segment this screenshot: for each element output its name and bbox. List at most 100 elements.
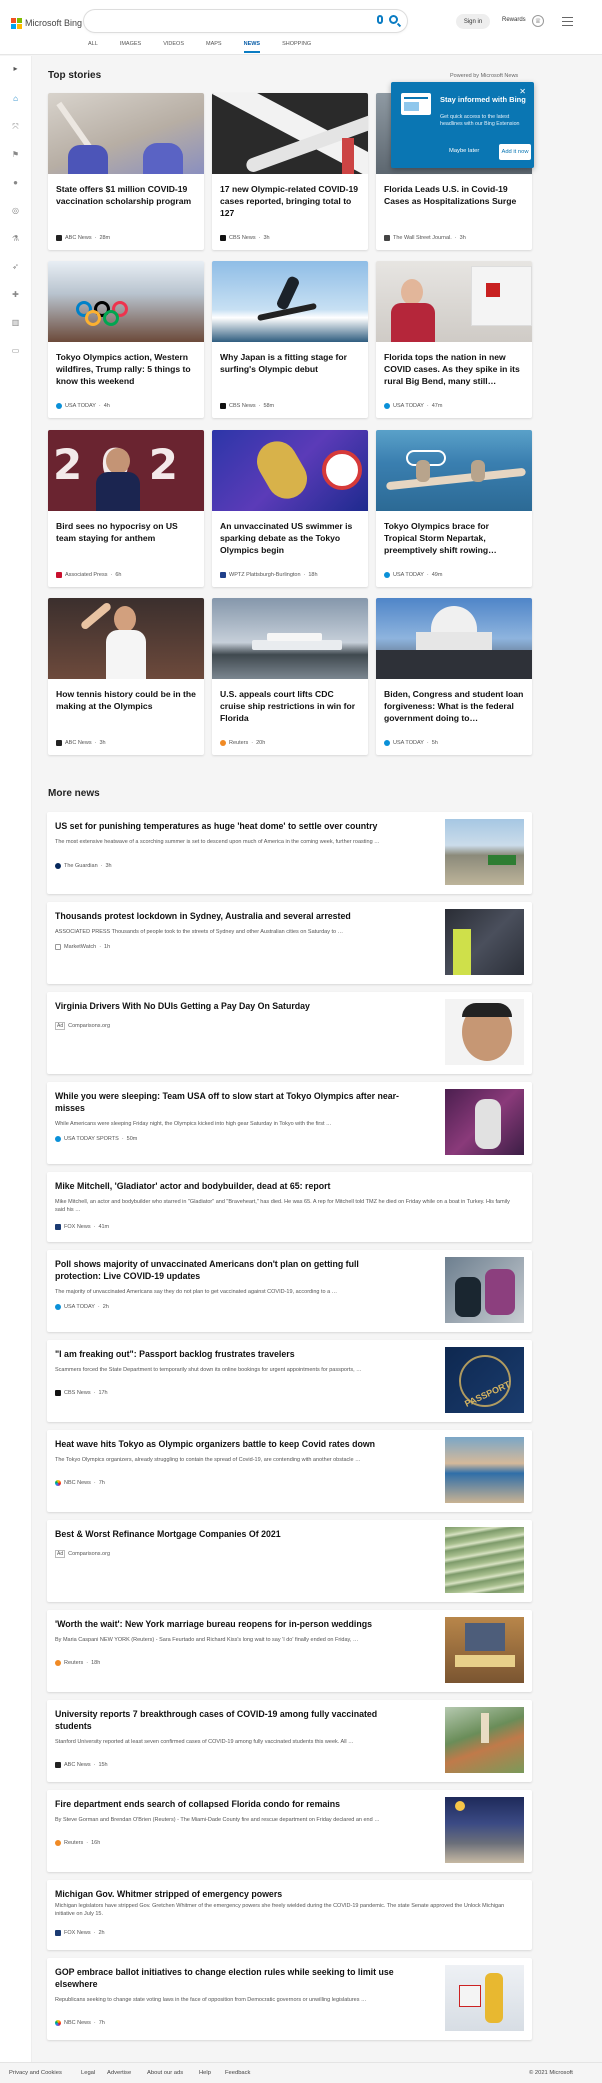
rewards-link[interactable]: Rewards: [502, 17, 526, 23]
add-it-now-button[interactable]: Add it now: [499, 144, 531, 160]
story-card[interactable]: State offers $1 million COVID-19 vaccina…: [48, 93, 204, 250]
story-image: [212, 430, 368, 511]
footer-link-feedback[interactable]: Feedback: [225, 2070, 250, 2076]
story-card[interactable]: How tennis history could be in the makin…: [48, 598, 204, 755]
ad-label: Ad: [55, 1022, 66, 1030]
story-title[interactable]: Tokyo Olympics action, Western wildfires…: [56, 351, 196, 387]
story-title[interactable]: Tokyo Olympics brace for Tropical Storm …: [384, 520, 524, 556]
tab-all[interactable]: ALL: [88, 41, 98, 53]
ad-label: Ad: [55, 1550, 66, 1558]
bing-logo[interactable]: Microsoft Bing: [11, 16, 82, 30]
news-item[interactable]: GOP embrace ballot initiatives to change…: [47, 1958, 532, 2040]
story-title[interactable]: Why Japan is a fitting stage for surfing…: [220, 351, 360, 375]
news-item[interactable]: Thousands protest lockdown in Sydney, Au…: [47, 902, 532, 984]
news-item[interactable]: Heat wave hits Tokyo as Olympic organize…: [47, 1430, 532, 1512]
science-icon[interactable]: ⚗: [11, 234, 20, 243]
more-news-heading: More news: [48, 788, 100, 799]
globe-icon[interactable]: ◎: [11, 206, 20, 215]
news-title[interactable]: GOP embrace ballot initiatives to change…: [55, 1966, 400, 1990]
search-icon[interactable]: [389, 15, 398, 24]
sign-in-button[interactable]: Sign in: [456, 14, 490, 29]
news-title[interactable]: Poll shows majority of unvaccinated Amer…: [55, 1258, 400, 1282]
money-icon[interactable]: ▭: [11, 346, 20, 355]
copyright: © 2021 Microsoft: [529, 2070, 573, 2076]
story-card[interactable]: U.S. appeals court lifts CDC cruise ship…: [212, 598, 368, 755]
story-title[interactable]: How tennis history could be in the makin…: [56, 688, 196, 712]
story-image: [376, 598, 532, 679]
rewards-trophy-icon[interactable]: ♕: [532, 15, 544, 27]
tab-videos[interactable]: VIDEOS: [163, 41, 184, 53]
rocket-icon[interactable]: ➶: [11, 262, 20, 271]
microphone-icon[interactable]: [377, 15, 383, 24]
home-icon[interactable]: ⌂: [11, 94, 20, 103]
story-title[interactable]: Florida Leads U.S. in Covid-19 Cases as …: [384, 183, 524, 207]
expand-icon[interactable]: ▸: [11, 64, 20, 73]
news-title[interactable]: 'Worth the wait': New York marriage bure…: [55, 1618, 400, 1630]
news-snippet: The Tokyo Olympics organizers, already s…: [55, 1457, 361, 1463]
story-card[interactable]: 2 0 2 Bird sees no hypocrisy on US team …: [48, 430, 204, 587]
news-item[interactable]: Mike Mitchell, 'Gladiator' actor and bod…: [47, 1172, 532, 1242]
footer-link-legal[interactable]: Legal: [81, 2070, 95, 2076]
location-icon[interactable]: ●: [11, 178, 20, 187]
news-snippet: Michigan legislators have stripped Gov. …: [55, 1903, 505, 1917]
story-title[interactable]: Bird sees no hypocrisy on US team stayin…: [56, 520, 196, 544]
story-card[interactable]: Tokyo Olympics brace for Tropical Storm …: [376, 430, 532, 587]
story-image: [212, 93, 368, 174]
news-item[interactable]: While you were sleeping: Team USA off to…: [47, 1082, 532, 1164]
story-title[interactable]: Florida tops the nation in new COVID cas…: [384, 351, 524, 387]
news-title[interactable]: University reports 7 breakthrough cases …: [55, 1708, 400, 1732]
tab-news[interactable]: NEWS: [243, 41, 260, 53]
news-title[interactable]: While you were sleeping: Team USA off to…: [55, 1090, 400, 1114]
story-image: [48, 261, 204, 342]
story-card[interactable]: 17 new Olympic-related COVID-19 cases re…: [212, 93, 368, 250]
news-title[interactable]: Heat wave hits Tokyo as Olympic organize…: [55, 1438, 400, 1450]
story-card[interactable]: An unvaccinated US swimmer is sparking d…: [212, 430, 368, 587]
story-card[interactable]: Tokyo Olympics action, Western wildfires…: [48, 261, 204, 418]
news-item[interactable]: University reports 7 breakthrough cases …: [47, 1700, 532, 1782]
news-source: Reuters · 18h: [55, 1660, 100, 1666]
search-box[interactable]: [84, 10, 407, 32]
news-title[interactable]: Mike Mitchell, 'Gladiator' actor and bod…: [55, 1180, 520, 1192]
flag-icon[interactable]: ⚑: [11, 150, 20, 159]
building-icon[interactable]: ▥: [11, 318, 20, 327]
story-title[interactable]: Biden, Congress and student loan forgive…: [384, 688, 524, 724]
menu-icon[interactable]: [562, 17, 573, 29]
health-icon[interactable]: ✚: [11, 290, 20, 299]
shuffle-icon[interactable]: ⤧: [11, 122, 20, 131]
news-title[interactable]: Michigan Gov. Whitmer stripped of emerge…: [55, 1888, 520, 1900]
news-item[interactable]: Fire department ends search of collapsed…: [47, 1790, 532, 1872]
footer-link-privacy[interactable]: Privacy and Cookies: [9, 2070, 62, 2076]
tab-shopping[interactable]: SHOPPING: [282, 41, 311, 53]
news-item[interactable]: Poll shows majority of unvaccinated Amer…: [47, 1250, 532, 1332]
extension-illustration-icon: [401, 93, 431, 115]
news-title[interactable]: "I am freaking out": Passport backlog fr…: [55, 1348, 400, 1360]
story-title[interactable]: An unvaccinated US swimmer is sparking d…: [220, 520, 360, 556]
maybe-later-button[interactable]: Maybe later: [449, 148, 479, 154]
news-title[interactable]: Best & Worst Refinance Mortgage Companie…: [55, 1528, 400, 1540]
footer-link-advertise[interactable]: Advertise: [107, 2070, 131, 2076]
news-title[interactable]: US set for punishing temperatures as hug…: [55, 820, 400, 832]
news-item[interactable]: 'Worth the wait': New York marriage bure…: [47, 1610, 532, 1692]
news-item[interactable]: US set for punishing temperatures as hug…: [47, 812, 532, 894]
news-snippet: ASSOCIATED PRESS Thousands of people too…: [55, 929, 344, 935]
story-title[interactable]: U.S. appeals court lifts CDC cruise ship…: [220, 688, 360, 724]
footer-link-help[interactable]: Help: [199, 2070, 211, 2076]
news-item[interactable]: Michigan Gov. Whitmer stripped of emerge…: [47, 1880, 532, 1950]
news-source: MarketWatch · 1h: [55, 944, 110, 950]
news-title[interactable]: Thousands protest lockdown in Sydney, Au…: [55, 910, 400, 922]
story-card[interactable]: Why Japan is a fitting stage for surfing…: [212, 261, 368, 418]
story-title[interactable]: 17 new Olympic-related COVID-19 cases re…: [220, 183, 360, 219]
news-title[interactable]: Virginia Drivers With No DUIs Getting a …: [55, 1000, 400, 1012]
story-card[interactable]: Biden, Congress and student loan forgive…: [376, 598, 532, 755]
footer-link-about-ads[interactable]: About our ads: [147, 2070, 183, 2076]
story-source: ABC News · 28m: [56, 235, 110, 241]
story-card[interactable]: Florida tops the nation in new COVID cas…: [376, 261, 532, 418]
story-title[interactable]: State offers $1 million COVID-19 vaccina…: [56, 183, 196, 207]
tab-images[interactable]: IMAGES: [120, 41, 141, 53]
news-title[interactable]: Fire department ends search of collapsed…: [55, 1798, 400, 1810]
powered-by-label: Powered by Microsoft News: [450, 73, 519, 79]
news-item[interactable]: Virginia Drivers With No DUIs Getting a …: [47, 992, 532, 1074]
news-item[interactable]: Best & Worst Refinance Mortgage Companie…: [47, 1520, 532, 1602]
news-item[interactable]: "I am freaking out": Passport backlog fr…: [47, 1340, 532, 1422]
tab-maps[interactable]: MAPS: [206, 41, 222, 53]
